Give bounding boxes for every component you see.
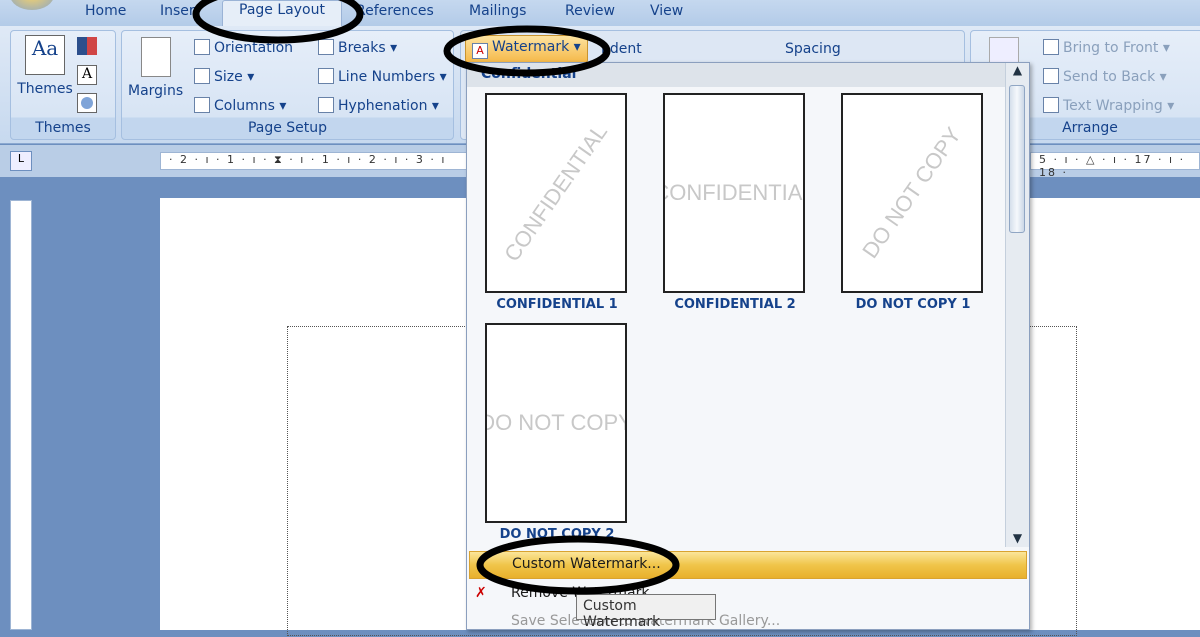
annotation-circle-watermark bbox=[443, 25, 611, 77]
annotation-circle-page-layout bbox=[192, 0, 364, 44]
annotation-circle-custom-watermark bbox=[476, 535, 680, 595]
annotation-overlay bbox=[192, 0, 680, 595]
